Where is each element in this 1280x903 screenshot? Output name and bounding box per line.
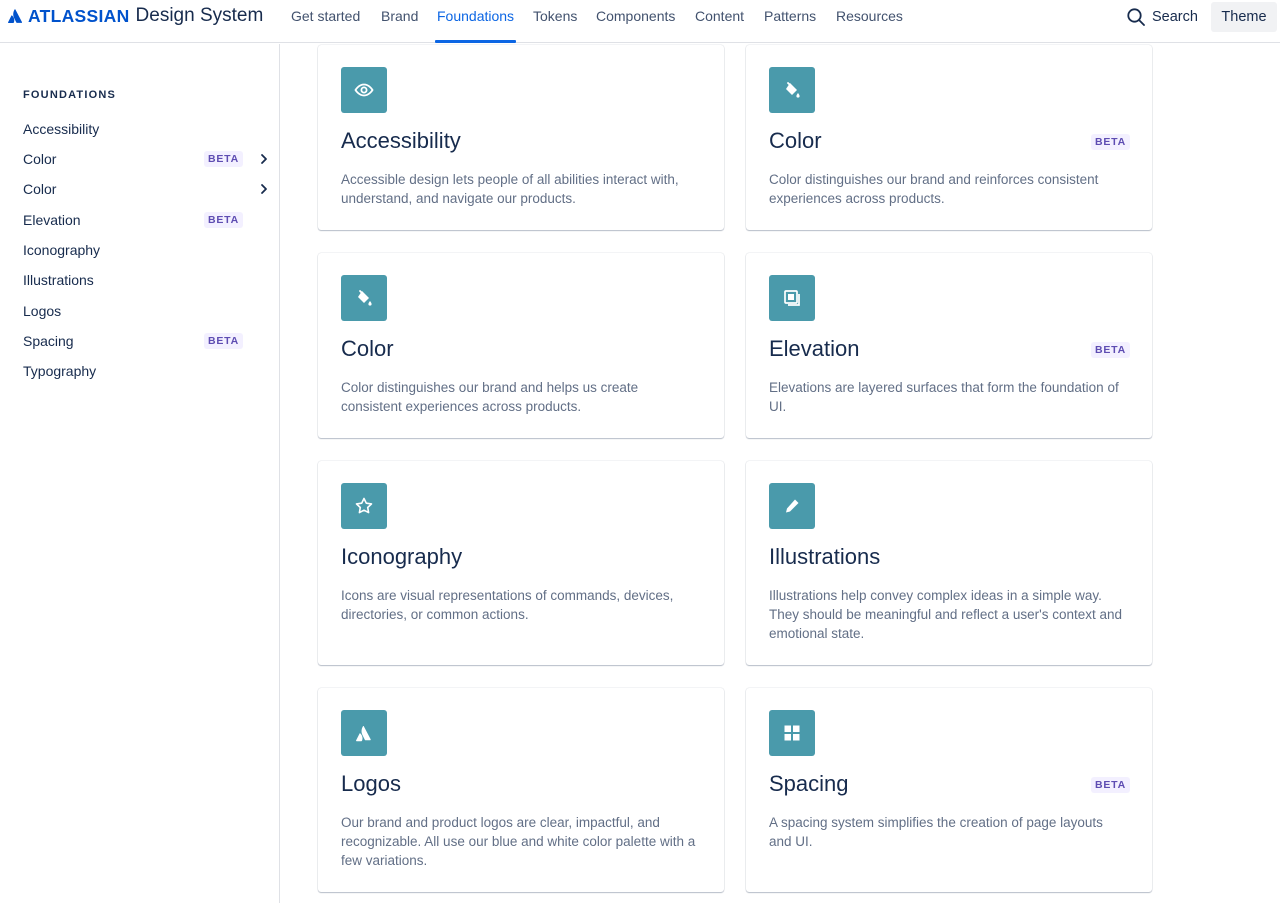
search-button[interactable]: Search xyxy=(1126,5,1198,29)
eye-icon xyxy=(341,67,387,113)
sidebar-item-label: Logos xyxy=(23,303,62,319)
sidebar-item-label: Iconography xyxy=(23,242,101,258)
pencil-icon xyxy=(769,483,815,529)
card-color-beta[interactable]: Color BETA Color distinguishes our brand… xyxy=(746,45,1152,230)
nav-components[interactable]: Components xyxy=(594,8,677,24)
sidebar-item-typography[interactable]: Typography xyxy=(23,360,273,382)
card-title: Iconography xyxy=(341,544,463,569)
chevron-right-icon[interactable] xyxy=(258,153,270,165)
card-spacing[interactable]: Spacing BETA A spacing system simplifies… xyxy=(746,688,1152,892)
nav-get-started[interactable]: Get started xyxy=(289,8,362,24)
sidebar-item-illustrations[interactable]: Illustrations xyxy=(23,269,273,291)
card-title: Accessibility xyxy=(341,128,461,153)
search-icon xyxy=(1127,8,1145,26)
active-nav-indicator xyxy=(435,40,516,43)
beta-badge: BETA xyxy=(204,151,244,167)
paint-bucket-icon xyxy=(341,275,387,321)
sidebar-item-logos[interactable]: Logos xyxy=(23,300,273,322)
card-description: Elevations are layered surfaces that for… xyxy=(769,380,1119,414)
card-accessibility[interactable]: Accessibility Accessible design lets peo… xyxy=(318,45,724,230)
card-description: Our brand and product logos are clear, i… xyxy=(341,815,696,868)
star-icon xyxy=(341,483,387,529)
nav-resources[interactable]: Resources xyxy=(834,8,905,24)
card-title: Color xyxy=(341,336,394,361)
search-label: Search xyxy=(1152,9,1198,25)
sidebar-item-color[interactable]: Color xyxy=(23,178,273,200)
theme-label: Theme xyxy=(1221,9,1267,25)
atlassian-logo-icon xyxy=(341,710,387,756)
beta-badge: BETA xyxy=(1090,777,1130,793)
layers-icon xyxy=(769,275,815,321)
beta-badge: BETA xyxy=(1090,342,1130,358)
logo-suffix: Design System xyxy=(135,5,264,26)
beta-badge: BETA xyxy=(204,333,244,349)
top-header: ATLASSIAN Design System Get started Bran… xyxy=(0,0,1280,43)
card-logos[interactable]: Logos Our brand and product logos are cl… xyxy=(318,688,724,892)
atlassian-logo-icon xyxy=(8,9,22,23)
nav-tokens[interactable]: Tokens xyxy=(531,8,579,24)
chevron-right-icon[interactable] xyxy=(258,183,270,195)
card-illustrations[interactable]: Illustrations Illustrations help convey … xyxy=(746,461,1152,665)
card-iconography[interactable]: Iconography Icons are visual representat… xyxy=(318,461,724,665)
sidebar-heading: FOUNDATIONS xyxy=(23,89,117,101)
nav-brand[interactable]: Brand xyxy=(379,8,420,24)
card-description: Color distinguishes our brand and reinfo… xyxy=(769,172,1099,206)
card-title: Illustrations xyxy=(769,544,881,569)
beta-badge: BETA xyxy=(1090,134,1130,150)
card-color[interactable]: Color Color distinguishes our brand and … xyxy=(318,253,724,438)
logo-wordmark: ATLASSIAN xyxy=(28,5,130,26)
atlassian-logo[interactable]: ATLASSIAN Design System xyxy=(8,5,263,27)
sidebar-item-color-beta[interactable]: Color BETA xyxy=(23,148,273,170)
card-description: A spacing system simplifies the creation… xyxy=(769,815,1103,849)
sidebar-item-elevation[interactable]: Elevation BETA xyxy=(23,209,273,231)
paint-bucket-icon xyxy=(769,67,815,113)
sidebar-item-label: Illustrations xyxy=(23,272,94,288)
sidebar: FOUNDATIONS Accessibility Color BETA Col… xyxy=(0,44,280,903)
theme-button[interactable]: Theme xyxy=(1211,2,1277,32)
sidebar-item-label: Accessibility xyxy=(23,121,100,137)
nav-content[interactable]: Content xyxy=(693,8,746,24)
card-description: Color distinguishes our brand and helps … xyxy=(341,380,639,414)
sidebar-item-accessibility[interactable]: Accessibility xyxy=(23,118,273,140)
card-title: Color xyxy=(769,128,822,153)
card-title: Logos xyxy=(341,771,401,796)
sidebar-item-label: Color xyxy=(23,181,57,197)
sidebar-item-label: Typography xyxy=(23,363,97,379)
nav-patterns[interactable]: Patterns xyxy=(762,8,818,24)
nav-foundations[interactable]: Foundations xyxy=(435,8,516,24)
grid-icon xyxy=(769,710,815,756)
card-title: Elevation xyxy=(769,336,860,361)
card-title: Spacing xyxy=(769,771,849,796)
sidebar-item-spacing[interactable]: Spacing BETA xyxy=(23,330,273,352)
card-elevation[interactable]: Elevation BETA Elevations are layered su… xyxy=(746,253,1152,438)
card-description: Illustrations help convey complex ideas … xyxy=(769,588,1123,641)
beta-badge: BETA xyxy=(204,212,244,228)
card-description: Accessible design lets people of all abi… xyxy=(341,172,679,206)
sidebar-item-iconography[interactable]: Iconography xyxy=(23,239,273,261)
card-description: Icons are visual representations of comm… xyxy=(341,588,674,622)
